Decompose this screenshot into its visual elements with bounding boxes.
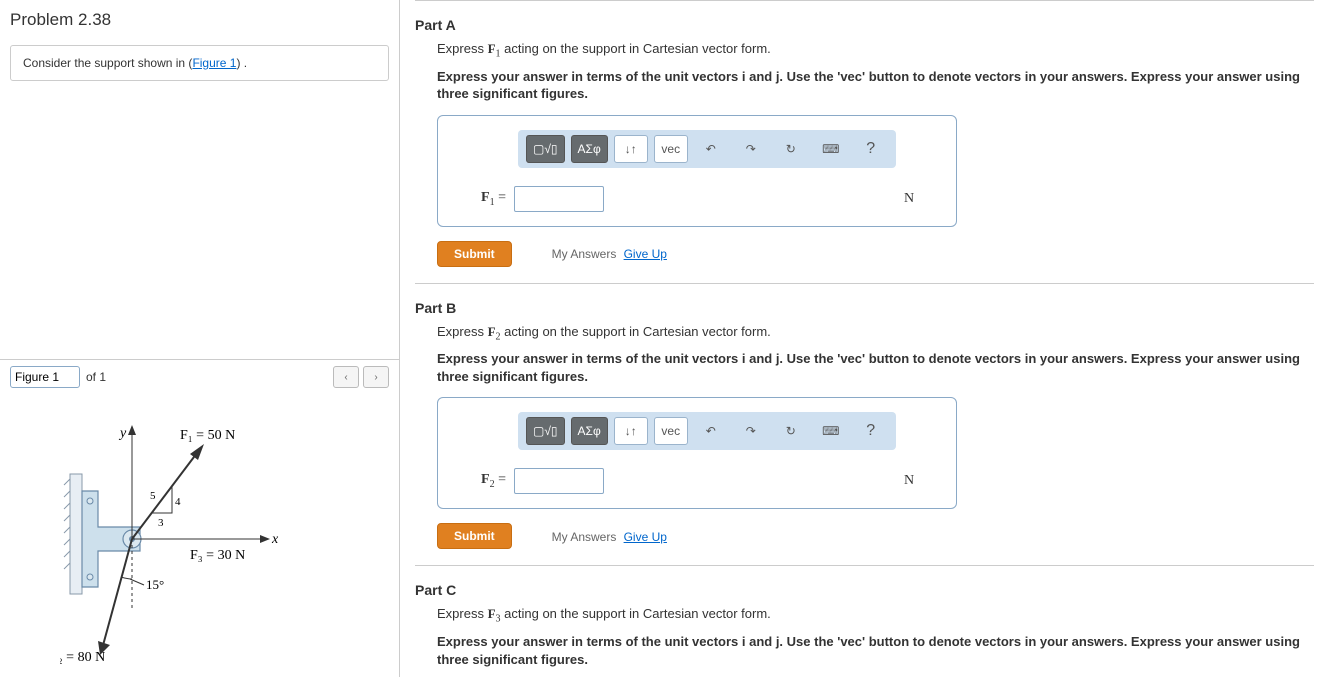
reset-button[interactable]: ↻ — [774, 135, 808, 163]
my-answers-label: My Answers — [552, 247, 617, 261]
part-a-var-label: F1 = — [460, 190, 506, 208]
figure-header: of 1 ‹ › — [0, 360, 399, 394]
part-a: Part A Express F1 acting on the support … — [415, 0, 1314, 283]
equation-toolbar: ▢√▯ ΑΣφ ↓↑ vec ↶ ↷ ↻ ⌨ ? — [518, 130, 896, 168]
tri3: 3 — [158, 517, 164, 529]
figure-prev-button[interactable]: ‹ — [333, 366, 359, 388]
part-c: Part C Express F3 acting on the support … — [415, 565, 1314, 677]
part-b-var-label: F2 = — [460, 472, 506, 490]
angle15: 15° — [146, 577, 164, 592]
template-button[interactable]: ▢√▯ — [526, 417, 565, 445]
right-panel: Part A Express F1 acting on the support … — [400, 0, 1329, 677]
part-b-answer-box: ▢√▯ ΑΣφ ↓↑ vec ↶ ↷ ↻ ⌨ ? F2 = N — [437, 397, 957, 509]
submit-button[interactable]: Submit — [437, 241, 512, 267]
part-a-title: Part A — [415, 13, 1314, 41]
part-b-answer-input[interactable] — [514, 468, 604, 494]
keyboard-button[interactable]: ⌨ — [814, 417, 848, 445]
y-axis-label: y — [118, 426, 127, 441]
greek-button[interactable]: ΑΣφ — [571, 417, 608, 445]
tri5: 5 — [150, 490, 156, 502]
redo-button[interactable]: ↷ — [734, 135, 768, 163]
part-a-actions: Submit My Answers Give Up — [437, 241, 1314, 267]
part-a-answer-box: ▢√▯ ΑΣφ ↓↑ vec ↶ ↷ ↻ ⌨ ? F1 = N — [437, 115, 957, 227]
left-panel: Problem 2.38 Consider the support shown … — [0, 0, 400, 677]
problem-prompt: Consider the support shown in (Figure 1)… — [10, 45, 389, 81]
figure-next-button[interactable]: › — [363, 366, 389, 388]
undo-button[interactable]: ↶ — [694, 417, 728, 445]
part-b-instruct: Express your answer in terms of the unit… — [415, 350, 1314, 385]
equation-toolbar: ▢√▯ ΑΣφ ↓↑ vec ↶ ↷ ↻ ⌨ ? — [518, 412, 896, 450]
reset-button[interactable]: ↻ — [774, 417, 808, 445]
template-button[interactable]: ▢√▯ — [526, 135, 565, 163]
part-c-instruct: Express your answer in terms of the unit… — [415, 633, 1314, 668]
help-button[interactable]: ? — [854, 417, 888, 445]
part-c-prompt: Express F3 acting on the support in Cart… — [415, 606, 1314, 625]
f3-label: F₃ = 30 N — [190, 548, 245, 563]
prompt-prefix: Consider the support shown in ( — [23, 56, 192, 70]
help-button[interactable]: ? — [854, 135, 888, 163]
figure-selector[interactable] — [10, 366, 80, 388]
problem-title: Problem 2.38 — [0, 0, 399, 40]
give-up-link[interactable]: Give Up — [624, 247, 667, 261]
my-answers-label: My Answers — [552, 530, 617, 544]
submit-button[interactable]: Submit — [437, 523, 512, 549]
figure-section: of 1 ‹ › — [0, 359, 399, 677]
part-a-prompt: Express F1 acting on the support in Cart… — [415, 41, 1314, 60]
part-b-prompt: Express F2 acting on the support in Cart… — [415, 324, 1314, 343]
f1-label: F₁ = 50 N — [180, 428, 235, 443]
vec-button[interactable]: vec — [654, 417, 688, 445]
x-axis-label: x — [271, 532, 279, 547]
part-b-actions: Submit My Answers Give Up — [437, 523, 1314, 549]
vec-button[interactable]: vec — [654, 135, 688, 163]
part-a-instruct: Express your answer in terms of the unit… — [415, 68, 1314, 103]
figure-link[interactable]: Figure 1 — [192, 56, 236, 70]
subscript-button[interactable]: ↓↑ — [614, 135, 648, 163]
part-b: Part B Express F2 acting on the support … — [415, 283, 1314, 566]
keyboard-button[interactable]: ⌨ — [814, 135, 848, 163]
greek-button[interactable]: ΑΣφ — [571, 135, 608, 163]
part-b-unit: N — [904, 473, 934, 489]
undo-button[interactable]: ↶ — [694, 135, 728, 163]
tri4: 4 — [175, 496, 181, 508]
part-c-title: Part C — [415, 578, 1314, 606]
part-a-unit: N — [904, 191, 934, 207]
prompt-suffix: ) . — [236, 56, 247, 70]
give-up-link[interactable]: Give Up — [624, 530, 667, 544]
part-b-title: Part B — [415, 296, 1314, 324]
figure-of-label: of 1 — [86, 370, 106, 384]
figure-diagram: y x F₁ = 50 N 3 4 5 F₃ = 30 N — [0, 394, 399, 677]
subscript-button[interactable]: ↓↑ — [614, 417, 648, 445]
redo-button[interactable]: ↷ — [734, 417, 768, 445]
part-a-answer-input[interactable] — [514, 186, 604, 212]
f2-label: F₂ = 80 N — [60, 650, 105, 665]
